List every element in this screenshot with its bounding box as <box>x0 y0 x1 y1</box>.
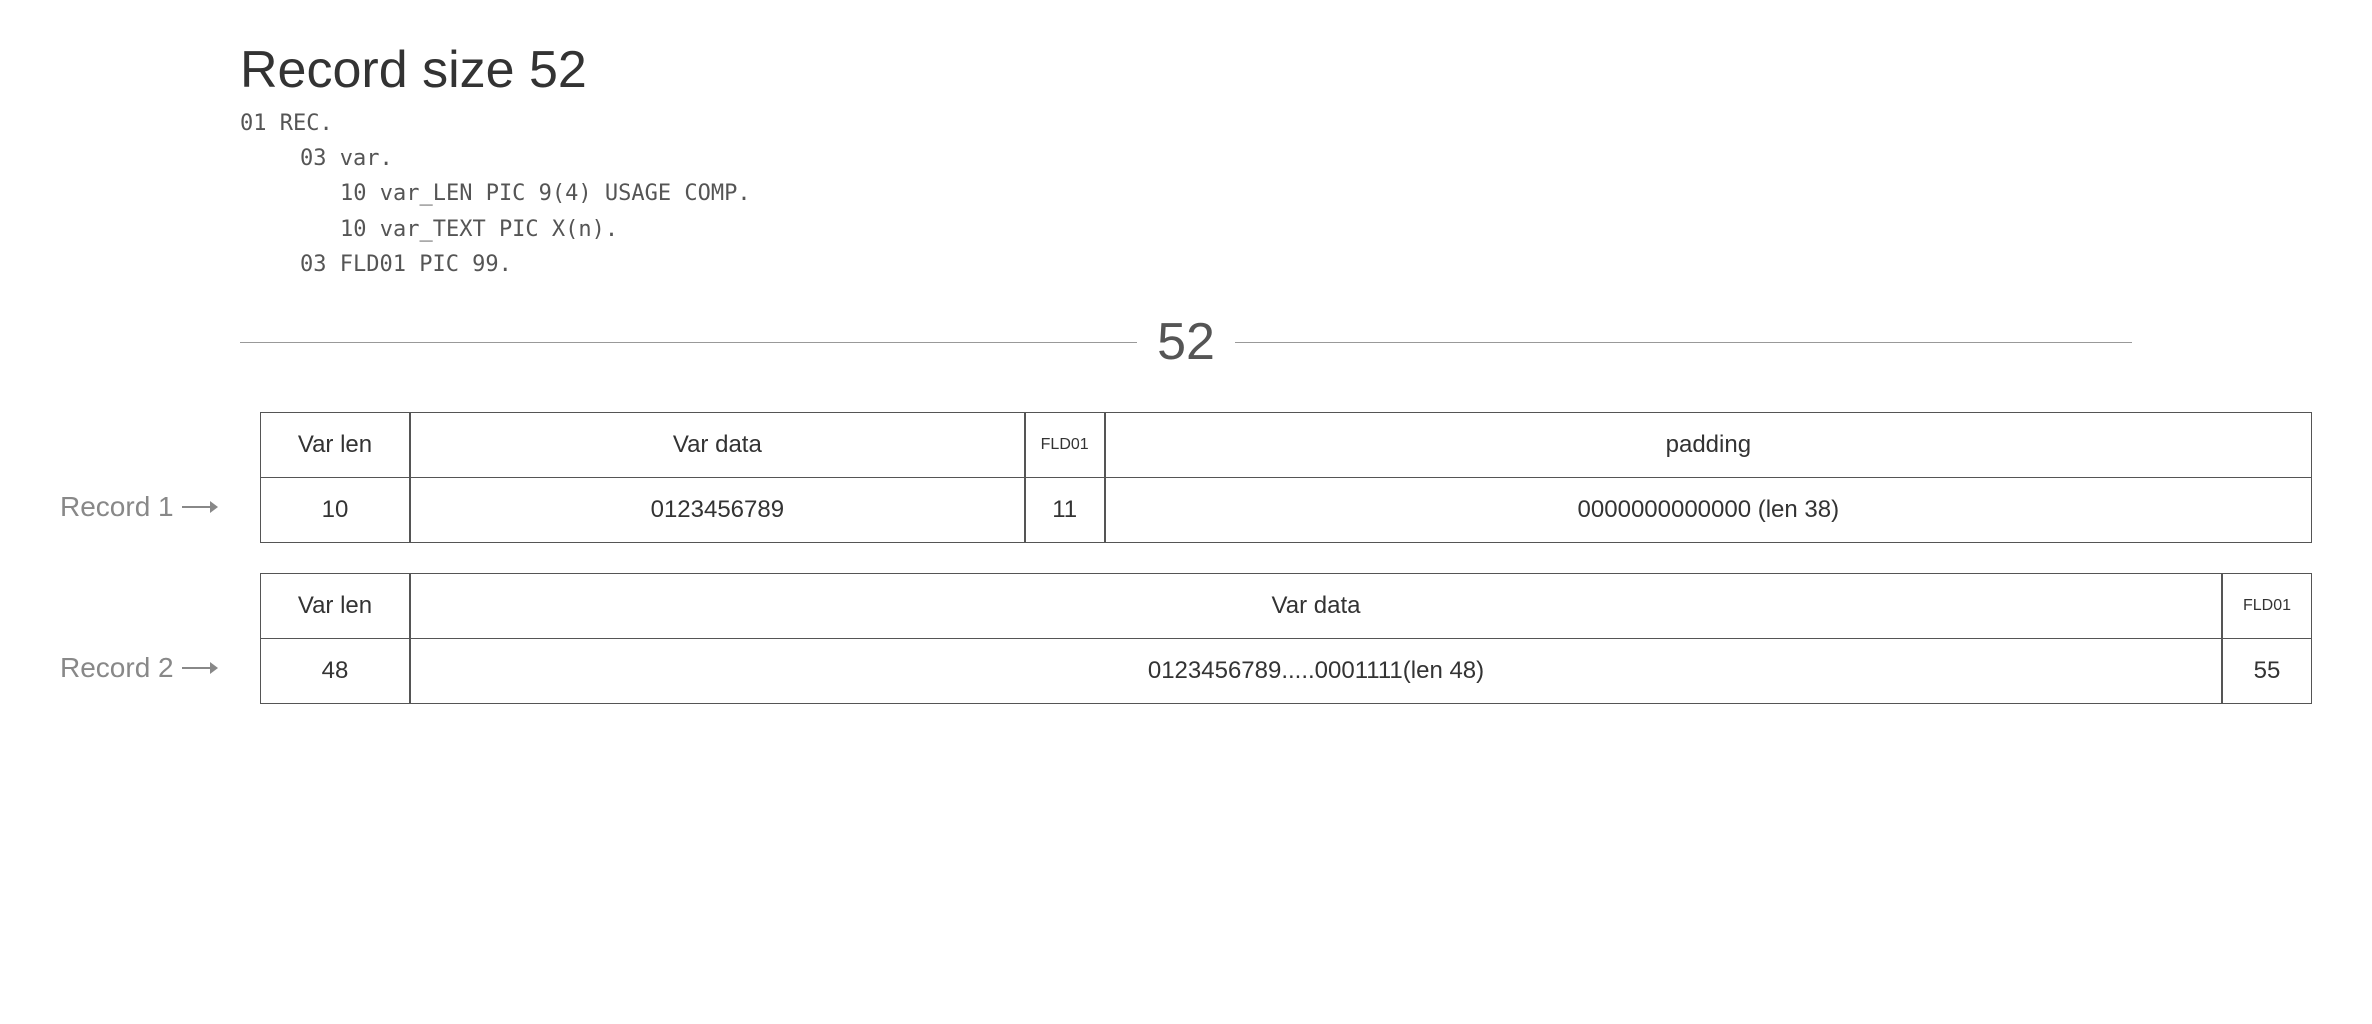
record1-label-area: Record 1 <box>60 412 260 543</box>
r1-data-varlen: 10 <box>260 477 410 543</box>
size-section: 52 <box>240 312 2132 372</box>
record2-header-row: Var len Var data FLD01 <box>260 573 2312 639</box>
record2-pair: Record 2 Var len Var data FLD01 48 01234… <box>60 573 2312 704</box>
code-line-3b: 10 var_TEXT PIC X(n). <box>340 212 2312 247</box>
record2-data-row: 48 0123456789.....0001111(len 48) 55 <box>260 638 2312 704</box>
record1-label: Record 1 <box>60 491 260 523</box>
r1-header-varlen: Var len <box>260 412 410 478</box>
record1-header-row: Var len Var data FLD01 padding <box>260 412 2312 478</box>
r2-data-varlen: 48 <box>260 638 410 704</box>
r1-data-padding: 0000000000000 (len 38) <box>1105 477 2312 543</box>
code-block: 01 REC. 03 var. 10 var_LEN PIC 9(4) USAG… <box>240 106 2312 282</box>
record1-data-row: 10 0123456789 11 0000000000000 (len 38) <box>260 477 2312 543</box>
r1-data-vardata: 0123456789 <box>410 477 1025 543</box>
r1-header-padding: padding <box>1105 412 2312 478</box>
code-line-1: 01 REC. <box>240 106 2312 141</box>
page-title: Record size 52 <box>240 40 2312 100</box>
r2-data-vardata: 0123456789.....0001111(len 48) <box>410 638 2222 704</box>
record2-tables: Var len Var data FLD01 48 0123456789....… <box>260 573 2312 704</box>
code-line-4: 03 FLD01 PIC 99. <box>300 247 2312 282</box>
record1-pair: Record 1 Var len Var data FLD01 padding … <box>60 412 2312 543</box>
record1-tables: Var len Var data FLD01 padding 10 012345… <box>260 412 2312 543</box>
r1-data-fld01: 11 <box>1025 477 1105 543</box>
record2-label-area: Record 2 <box>60 573 260 704</box>
record1-arrow-icon <box>182 497 218 517</box>
code-line-2: 03 var. <box>300 141 2312 176</box>
r1-header-fld01: FLD01 <box>1025 412 1105 478</box>
size-number: 52 <box>1137 312 1235 372</box>
r1-header-vardata: Var data <box>410 412 1025 478</box>
r2-header-vardata: Var data <box>410 573 2222 639</box>
code-line-3a: 10 var_LEN PIC 9(4) USAGE COMP. <box>340 176 2312 211</box>
record2-arrow-icon <box>182 658 218 678</box>
r2-data-fld01: 55 <box>2222 638 2312 704</box>
r2-header-varlen: Var len <box>260 573 410 639</box>
record2-label: Record 2 <box>60 652 260 684</box>
r2-header-fld01: FLD01 <box>2222 573 2312 639</box>
